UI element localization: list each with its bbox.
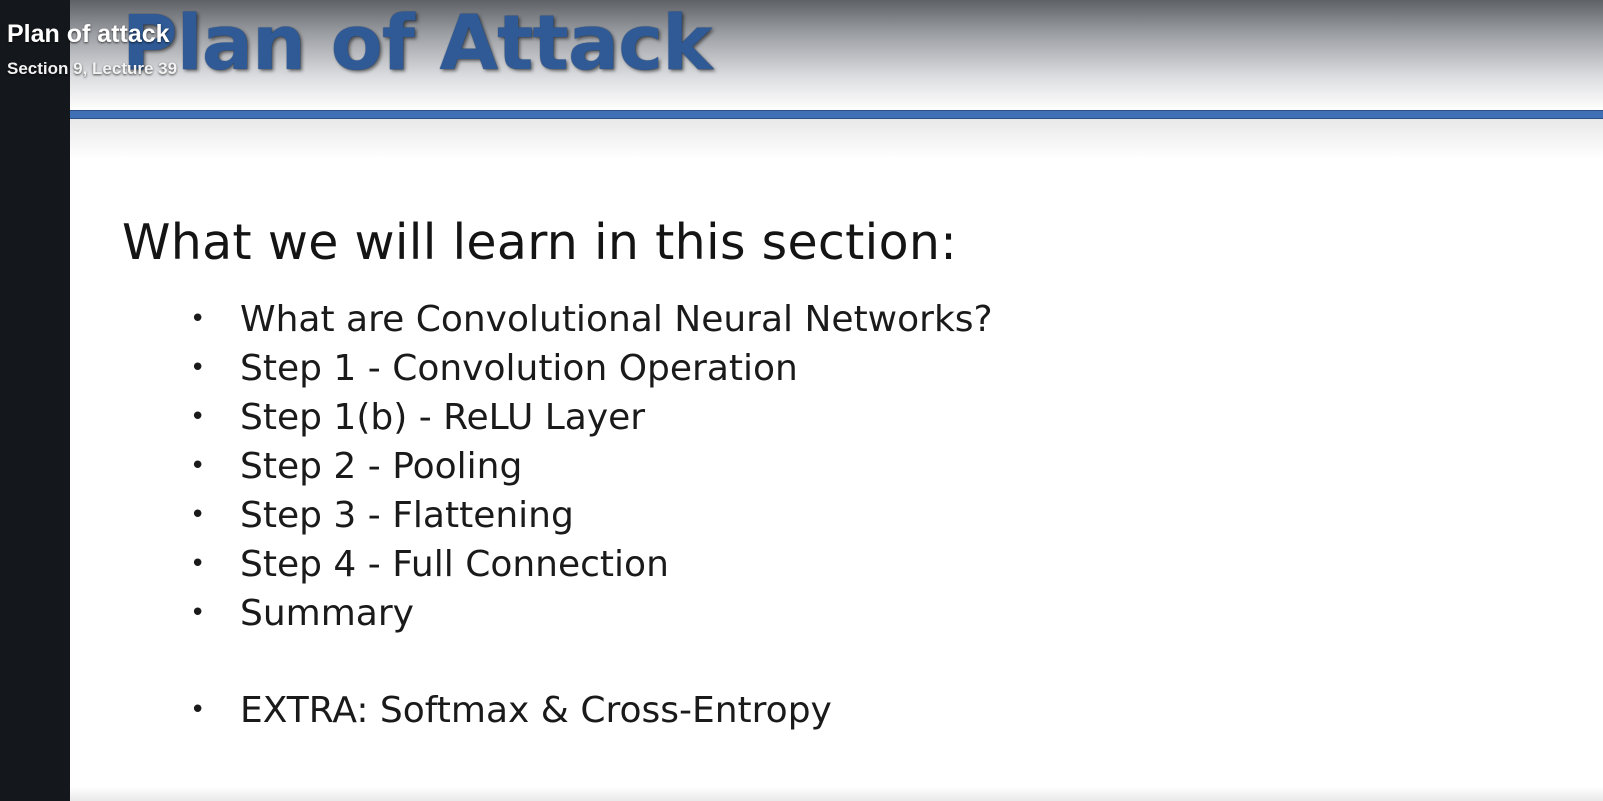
list-item-text: Step 3 - Flattening bbox=[240, 495, 574, 536]
list-item: • Step 1 - Convolution Operation bbox=[190, 344, 993, 393]
list-item: • Step 4 - Full Connection bbox=[190, 540, 993, 589]
video-player[interactable]: Plan of Attack What we will learn in thi… bbox=[0, 0, 1603, 801]
list-item: • Summary bbox=[190, 589, 993, 638]
bullet-icon: • bbox=[190, 304, 206, 334]
list-item-text: Step 2 - Pooling bbox=[240, 446, 523, 487]
bullet-icon: • bbox=[190, 402, 206, 432]
header-divider bbox=[70, 110, 1603, 119]
bullet-icon: • bbox=[190, 549, 206, 579]
lecture-title: Plan of attack bbox=[7, 20, 170, 48]
lecture-info-overlay: Plan of attack Section 9, Lecture 39 bbox=[7, 20, 177, 79]
list-item: • EXTRA: Softmax & Cross-Entropy bbox=[190, 686, 993, 735]
list-item-text: Step 1(b) - ReLU Layer bbox=[240, 397, 646, 438]
header-shadow bbox=[70, 119, 1603, 159]
list-item: • Step 3 - Flattening bbox=[190, 491, 993, 540]
bullet-icon: • bbox=[190, 598, 206, 628]
slide-heading: What we will learn in this section: bbox=[122, 214, 958, 271]
slide-frame: Plan of Attack What we will learn in thi… bbox=[70, 0, 1603, 801]
bullet-icon: • bbox=[190, 353, 206, 383]
list-item-text: Step 1 - Convolution Operation bbox=[240, 348, 798, 389]
list-item-text: Step 4 - Full Connection bbox=[240, 544, 669, 585]
list-item-text: EXTRA: Softmax & Cross-Entropy bbox=[240, 690, 832, 731]
topic-list: • What are Convolutional Neural Networks… bbox=[190, 295, 993, 735]
slide-bottom-edge bbox=[70, 787, 1603, 801]
list-item: • Step 1(b) - ReLU Layer bbox=[190, 393, 993, 442]
list-item: • What are Convolutional Neural Networks… bbox=[190, 295, 993, 344]
bullet-icon: • bbox=[190, 500, 206, 530]
list-item-text: Summary bbox=[240, 593, 414, 634]
list-item-text: What are Convolutional Neural Networks? bbox=[240, 299, 993, 340]
lecture-subtitle: Section 9, Lecture 39 bbox=[7, 59, 178, 78]
list-item: • Step 2 - Pooling bbox=[190, 442, 993, 491]
bullet-icon: • bbox=[190, 451, 206, 481]
slide-title: Plan of Attack bbox=[122, 0, 713, 87]
bullet-icon: • bbox=[190, 695, 206, 725]
